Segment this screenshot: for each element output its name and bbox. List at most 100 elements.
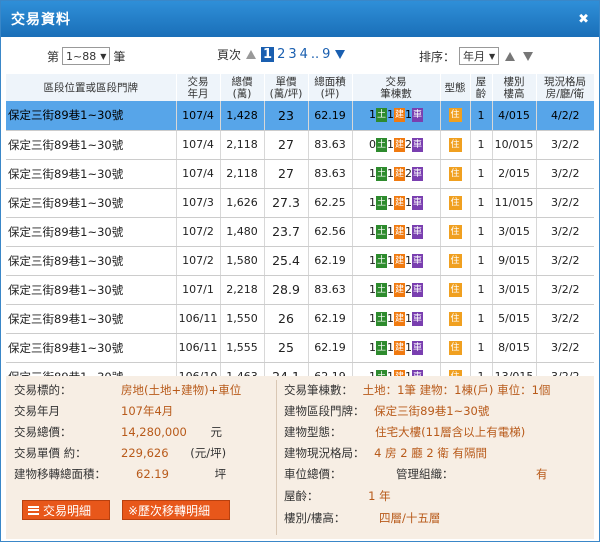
table-row[interactable]: 保定三街89巷1~30號 107/3 1,626 27.3 62.25 1土1建1車住 1 1… — [6, 188, 594, 218]
col-header-ym-text: 交易 年月 — [187, 75, 209, 100]
sort-select[interactable]: 年月 ▼ — [459, 47, 500, 65]
detail-area-label: 建物移轉總面積： — [14, 467, 106, 481]
cell-unit: 27 — [263, 159, 308, 189]
building-count: 1 — [387, 253, 394, 267]
cell-count: 1土1建2車 — [351, 159, 440, 189]
car-count: 1 — [405, 108, 412, 122]
col-header-age[interactable]: 屋 齡 — [470, 74, 493, 101]
page-2[interactable]: 2 — [277, 47, 285, 62]
detail-floor: 樓別/樓高： 四層/十五層 — [284, 510, 440, 526]
cell-ym: 107/4 — [175, 101, 220, 131]
list-icon — [28, 505, 39, 515]
close-icon[interactable]: ✖ — [578, 12, 589, 27]
cell-type: 住 — [439, 333, 470, 363]
building-badge-icon: 建 — [394, 108, 405, 123]
detail-count-label: 交易筆棟數： — [284, 383, 353, 397]
cell-area: 62.19 — [307, 246, 352, 276]
cell-ym: 106/11 — [175, 333, 220, 363]
building-badge-icon: 建 — [394, 195, 405, 210]
cell-area: 83.63 — [307, 159, 352, 189]
col-header-unit[interactable]: 單價 (萬/坪) — [264, 74, 309, 101]
cell-area: 62.19 — [307, 101, 352, 131]
next-page-icon[interactable] — [335, 50, 346, 59]
table-row[interactable]: 保定三街89巷1~30號 107/4 2,118 27 83.63 1土1建2車住 1 2/0… — [6, 159, 594, 189]
detail-total-value: 14,280,000 — [121, 425, 187, 439]
cell-type: 住 — [439, 217, 470, 247]
history-detail-button[interactable]: ※歷次移轉明細 — [122, 500, 230, 520]
detail-unit: 交易單價 約： — [14, 445, 87, 461]
range-select[interactable]: 1~88 ▼ — [62, 47, 111, 65]
cell-count: 1土1建1車 — [351, 188, 440, 218]
cell-total: 2,118 — [219, 130, 264, 160]
land-count: 1 — [369, 253, 376, 267]
trade-detail-button[interactable]: 交易明細 — [22, 500, 110, 520]
table-row[interactable]: 保定三街89巷1~30號 107/4 2,118 27 83.63 0土1建2車住 1 10/… — [6, 130, 594, 160]
residential-badge-icon: 住 — [448, 253, 462, 268]
sort-asc-icon[interactable] — [505, 51, 516, 61]
range-select-value: 1~88 — [66, 49, 97, 63]
page-9[interactable]: 9 — [322, 47, 330, 62]
cell-addr: 保定三街89巷1~30號 — [6, 275, 176, 305]
cell-count: 1土1建1車 — [351, 333, 440, 363]
detail-unit-unit: (元/坪) — [190, 446, 227, 460]
col-header-layout[interactable]: 現況格局 房/廳/衛 — [536, 74, 595, 101]
table-row[interactable]: 保定三街89巷1~30號 107/4 1,428 23 62.19 1土1建1車住 1 4/0… — [6, 101, 594, 131]
col-header-total[interactable]: 總價 (萬) — [220, 74, 265, 101]
cell-ym: 107/4 — [175, 130, 220, 160]
land-count: 1 — [369, 166, 376, 180]
cell-floor: 9/015 — [491, 246, 536, 276]
page-4[interactable]: 4 — [300, 47, 308, 62]
car-count: 1 — [405, 311, 412, 325]
cell-count: 1土1建1車 — [351, 101, 440, 131]
cell-type: 住 — [439, 246, 470, 276]
detail-target: 交易標的： — [14, 382, 72, 398]
cell-type: 住 — [439, 304, 470, 334]
cell-count: 0土1建2車 — [351, 130, 440, 160]
col-header-floor[interactable]: 樓別 樓高 — [492, 74, 537, 101]
detail-addr: 建物區段門牌： 保定三街89巷1~30號 — [284, 403, 489, 419]
cell-unit: 23.7 — [263, 217, 308, 247]
table-row[interactable]: 保定三街89巷1~30號 107/2 1,480 23.7 62.56 1土1建1車住 1 3… — [6, 217, 594, 247]
sort-desc-icon[interactable] — [523, 51, 534, 61]
prev-page-icon[interactable] — [246, 50, 257, 59]
cell-layout: 3/2/2 — [535, 130, 594, 160]
residential-badge-icon: 住 — [448, 137, 462, 152]
cell-count: 1土1建2車 — [351, 275, 440, 305]
car-count: 1 — [405, 340, 412, 354]
cell-type: 住 — [439, 101, 470, 131]
table-row[interactable]: 保定三街89巷1~30號 107/2 1,580 25.4 62.19 1土1建1車住 1 9… — [6, 246, 594, 276]
table-row[interactable]: 保定三街89巷1~30號 107/1 2,218 28.9 83.63 1土1建2車住 1 3… — [6, 275, 594, 305]
building-count: 1 — [387, 311, 394, 325]
col-header-addr[interactable]: 區段位置或區段門牌 — [6, 74, 177, 101]
building-count: 1 — [387, 224, 394, 238]
residential-badge-icon: 住 — [448, 340, 462, 355]
page-1[interactable]: 1 — [261, 47, 275, 62]
col-header-type[interactable]: 型態 — [440, 74, 471, 101]
land-count: 1 — [369, 108, 376, 122]
land-badge-icon: 土 — [376, 166, 387, 181]
detail-total-label: 交易總價： — [14, 425, 72, 439]
col-header-ym[interactable]: 交易 年月 — [176, 74, 221, 101]
detail-layout-label: 建物現況格局： — [284, 446, 365, 460]
col-header-count[interactable]: 交易 筆棟數 — [352, 74, 441, 101]
building-badge-icon: 建 — [394, 253, 405, 268]
detail-count-value: 土地：1筆 建物：1棟(戶) 車位：1個 — [362, 383, 551, 397]
cell-total: 1,428 — [219, 101, 264, 131]
cell-unit: 25 — [263, 333, 308, 363]
residential-badge-icon: 住 — [448, 108, 462, 123]
cell-addr: 保定三街89巷1~30號 — [6, 333, 176, 363]
page-3[interactable]: 3 — [288, 47, 296, 62]
cell-total: 2,218 — [219, 275, 264, 305]
window-title: 交易資料 — [11, 12, 71, 28]
detail-layout-value: 4 房 2 廳 2 衛 有隔間 — [374, 446, 488, 460]
detail-divider — [276, 380, 277, 535]
detail-count: 交易筆棟數： 土地：1筆 建物：1棟(戶) 車位：1個 — [284, 382, 550, 398]
land-count: 1 — [369, 195, 376, 209]
table-row[interactable]: 保定三街89巷1~30號 106/11 1,550 26 62.19 1土1建1車住 1 5/… — [6, 304, 594, 334]
cell-layout: 4/2/2 — [535, 101, 594, 131]
table-row[interactable]: 保定三街89巷1~30號 106/11 1,555 25 62.19 1土1建1車住 1 8/… — [6, 333, 594, 363]
col-header-area[interactable]: 總面積 (坪) — [308, 74, 353, 101]
detail-ym-value: 107年4月 — [121, 404, 174, 418]
land-count: 1 — [369, 340, 376, 354]
building-count: 1 — [387, 108, 394, 122]
